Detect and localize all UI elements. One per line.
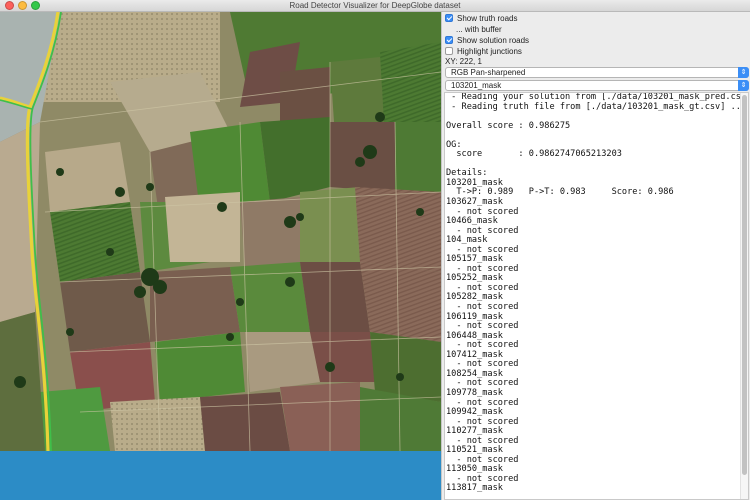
- chevron-updown-icon[interactable]: ⇕: [738, 67, 749, 78]
- log-lines: - Reading your solution from [./data/103…: [445, 93, 748, 494]
- log-line: Overall score : 0.986275: [446, 120, 571, 131]
- image-mode-select[interactable]: RGB Pan-sharpened ⇕: [445, 67, 749, 78]
- chevron-updown-icon[interactable]: ⇕: [738, 80, 749, 91]
- with-buffer-label: ... with buffer: [456, 24, 502, 34]
- log-scrollbar-thumb[interactable]: [742, 95, 747, 475]
- show-truth-roads-label: Show truth roads: [457, 13, 518, 23]
- log-line: - Reading truth file from [./data/103201…: [446, 101, 747, 112]
- satellite-image-view[interactable]: [0, 12, 441, 451]
- window-title: Road Detector Visualizer for DeepGlobe d…: [289, 1, 461, 10]
- highlight-junctions-checkbox[interactable]: Highlight junctions: [445, 45, 522, 57]
- log-scrollbar[interactable]: [740, 93, 748, 499]
- log-line: score : 0.9862747065213203: [446, 149, 622, 160]
- xy-readout: XY: 222, 1: [445, 57, 482, 66]
- show-solution-roads-label: Show solution roads: [457, 35, 530, 45]
- log-line: 113817_mask: [446, 483, 503, 494]
- image-mode-value: RGB Pan-sharpened: [451, 68, 526, 77]
- log-line: - not scored: [446, 225, 519, 236]
- empty-view-area: [0, 451, 441, 500]
- window-titlebar: Road Detector Visualizer for DeepGlobe d…: [0, 0, 750, 12]
- satellite-image: [0, 12, 441, 451]
- image-select-value: 103201_mask: [451, 81, 502, 90]
- highlight-junctions-label: Highlight junctions: [457, 46, 522, 56]
- image-select[interactable]: 103201_mask ⇕: [445, 80, 749, 91]
- checkbox-checked-icon[interactable]: [445, 14, 453, 22]
- checkbox-checked-icon[interactable]: [445, 36, 453, 44]
- control-panel: Show truth roads ... with buffer Show so…: [441, 12, 750, 500]
- score-log[interactable]: - Reading your solution from [./data/103…: [444, 92, 749, 500]
- checkbox-unchecked-icon[interactable]: [445, 47, 453, 55]
